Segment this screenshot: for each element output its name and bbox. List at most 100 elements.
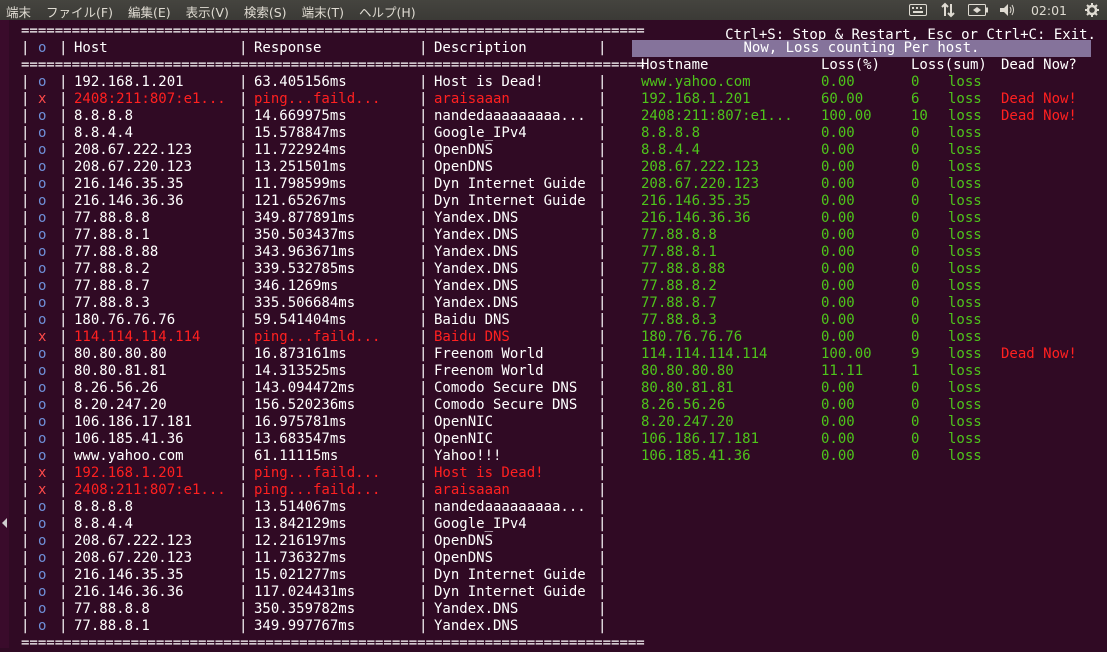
loss-unit: loss [948,363,982,379]
response-cell: ping...faild... [254,465,381,481]
loss-sum: 0 [911,397,920,413]
menu-help[interactable]: ヘルプ(H) [359,5,416,20]
cell-border: | [59,550,68,566]
description-cell: Dyn Internet Guide [434,567,586,583]
loss-unit: loss [948,142,982,158]
table-separator-top: ========================================… [21,23,645,39]
loss-row: 77.88.8.2 0.00 0 loss [0,278,1107,295]
response-cell: 13.514067ms [254,499,347,515]
cell-border: | [239,516,248,532]
loss-header-row: Hostname Loss(%) Loss(sum) Dead Now? [0,57,1107,74]
cell-border: | [21,584,30,600]
cell-border: | [239,567,248,583]
cell-border: | [419,533,428,549]
cell-border: | [59,516,68,532]
loss-row: 180.76.76.76 0.00 0 loss [0,329,1107,346]
loss-hostname: 216.146.36.36 [641,210,751,226]
loss-percent: 0.00 [821,227,855,243]
loss-hostname: 192.168.1.201 [641,91,751,107]
loss-percent: 0.00 [821,397,855,413]
cell-border: | [598,499,607,515]
cell-border: | [239,499,248,515]
clock[interactable]: 02:01 [1031,3,1067,18]
loss-sum: 0 [911,329,920,345]
loss-unit: loss [948,380,982,396]
loss-row: 8.8.8.8 0.00 0 loss [0,125,1107,142]
volume-icon[interactable] [998,2,1018,18]
loss-row: 114.114.114.114 100.00 9 loss Dead Now! [0,346,1107,363]
loss-row: 80.80.81.81 0.00 0 loss [0,380,1107,397]
dead-now-label: Dead Now! [1001,91,1077,107]
cell-border: | [239,618,248,634]
status-mark: o [38,618,47,634]
header-response: Response [254,40,322,56]
loss-row: 2408:211:807:e1... 100.00 10 loss Dead Now! [0,108,1107,125]
header-dead-now: Dead Now? [1001,57,1077,73]
loss-percent: 0.00 [821,193,855,209]
loss-unit: loss [948,193,982,209]
loss-row: 106.186.17.181 0.00 0 loss [0,431,1107,448]
menu-file[interactable]: ファイル(F) [46,5,113,20]
menu-terminal[interactable]: 端末(T) [302,5,344,20]
cell-border: | [59,482,68,498]
cell-border: | [239,465,248,481]
loss-sum: 10 [911,108,928,124]
loss-row: 208.67.220.123 0.00 0 loss [0,176,1107,193]
loss-unit: loss [948,312,982,328]
loss-hostname: www.yahoo.com [641,74,751,90]
loss-unit: loss [948,448,982,464]
loss-sum: 0 [911,210,920,226]
loss-percent: 0.00 [821,448,855,464]
system-tray: 02:01 [903,0,1107,20]
loss-unit: loss [948,159,982,175]
cell-border: | [59,499,68,515]
response-cell: 12.216197ms [254,533,347,549]
cell-border: | [59,618,68,634]
host-cell: 208.67.222.123 [74,533,193,549]
loss-hostname: 77.88.8.88 [641,261,726,277]
header-loss-sum: Loss(sum) [911,57,987,73]
table-row: | o | 208.67.222.123 | 12.216197ms | OpenDNS | [0,533,620,550]
loss-row: 8.8.4.4 0.00 0 loss [0,142,1107,159]
loss-sum: 0 [911,295,920,311]
cell-border: | [419,499,428,515]
loss-row: 77.88.8.7 0.00 0 loss [0,295,1107,312]
loss-row: 8.20.247.20 0.00 0 loss [0,414,1107,431]
gear-icon[interactable] [1082,2,1102,18]
description-cell: OpenDNS [434,533,494,549]
loss-hostname: 80.80.80.80 [641,363,734,379]
loss-sum: 0 [911,142,920,158]
menu-search[interactable]: 検索(S) [244,5,287,20]
network-arrows-icon[interactable] [938,2,958,18]
cell-border: | [239,550,248,566]
loss-unit: loss [948,210,982,226]
response-cell: 15.021277ms [254,567,347,583]
table-row: | o | 77.88.8.8 | 350.359782ms | Yandex.DNS | [0,601,620,618]
battery-icon[interactable] [967,2,988,18]
menu-app-title[interactable]: 端末 [6,5,31,20]
cell-border: | [419,567,428,583]
cell-border: | [598,584,607,600]
response-cell: 349.997767ms [254,618,356,634]
cell-border: | [598,550,607,566]
description-cell: araisaaan [434,482,510,498]
host-cell: 216.146.36.36 [74,584,184,600]
keyboard-icon[interactable] [908,2,928,18]
loss-row: www.yahoo.com 0.00 0 loss [0,74,1107,91]
loss-hostname: 208.67.222.123 [641,159,760,175]
response-cell: ping...faild... [254,482,381,498]
header-hostname: Hostname [641,57,709,73]
cell-border: | [21,601,30,617]
menu-view[interactable]: 表示(V) [186,5,229,20]
table-header-row: | o | Host | Response | Description | [21,40,607,56]
host-cell: 216.146.35.35 [74,567,184,583]
loss-unit: loss [948,414,982,430]
cell-border: | [598,533,607,549]
table-row: | o | 216.146.35.35 | 15.021277ms | Dyn Interne… [0,567,620,584]
header-mark: o [38,40,47,56]
loss-sum: 0 [911,312,920,328]
loss-sum: 0 [911,380,920,396]
loss-row: 106.185.41.36 0.00 0 loss [0,448,1107,465]
menu-edit[interactable]: 編集(E) [128,5,171,20]
loss-sum: 0 [911,74,920,90]
